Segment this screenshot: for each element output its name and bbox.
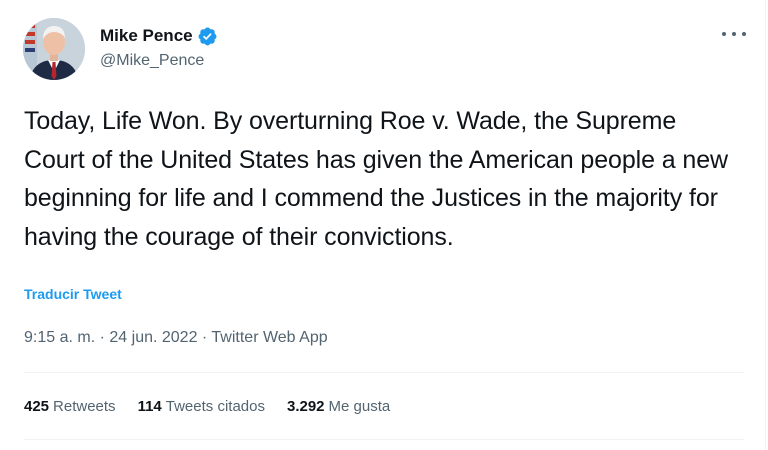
dot-icon — [742, 32, 746, 36]
tweet-card: Mike Pence @Mike_Pence Today, Life Won. … — [0, 0, 768, 450]
quote-tweets-label: Tweets citados — [165, 398, 265, 415]
user-name-row: Mike Pence — [100, 25, 218, 47]
avatar[interactable] — [23, 18, 85, 80]
translate-tweet-link[interactable]: Traducir Tweet — [24, 286, 122, 302]
likes-stat[interactable]: 3.292 Me gusta — [287, 398, 390, 415]
tweet-source-app[interactable]: Twitter Web App — [211, 329, 327, 346]
verified-badge-icon — [198, 27, 217, 45]
quote-tweets-count: 114 — [137, 398, 162, 415]
likes-label: Me gusta — [328, 398, 391, 415]
user-name[interactable]: Mike Pence — [100, 26, 193, 46]
likes-count: 3.292 — [286, 398, 325, 415]
card-border — [765, 0, 766, 450]
avatar-image — [23, 18, 85, 80]
more-options-icon[interactable] — [722, 28, 746, 40]
tweet-meta: 9:15 a. m. · 24 jun. 2022 · Twitter Web … — [24, 329, 328, 347]
tweet-date[interactable]: 24 jun. 2022 — [109, 329, 197, 346]
meta-separator: · — [201, 329, 208, 346]
tweet-time[interactable]: 9:15 a. m. — [24, 329, 95, 346]
user-handle[interactable]: @Mike_Pence — [100, 52, 204, 70]
retweets-count: 425 — [24, 398, 50, 415]
quote-tweets-stat[interactable]: 114 Tweets citados — [138, 398, 265, 415]
meta-separator: · — [99, 329, 105, 346]
dot-icon — [732, 32, 736, 36]
divider — [24, 439, 744, 440]
retweets-stat[interactable]: 425 Retweets — [24, 398, 116, 415]
retweets-label: Retweets — [53, 398, 116, 415]
tweet-stats: 425 Retweets 114 Tweets citados 3.292 Me gu… — [24, 398, 412, 415]
divider — [24, 372, 744, 373]
dot-icon — [722, 32, 726, 36]
tweet-text: Today, Life Won. By overturning Roe v. W… — [24, 107, 728, 251]
